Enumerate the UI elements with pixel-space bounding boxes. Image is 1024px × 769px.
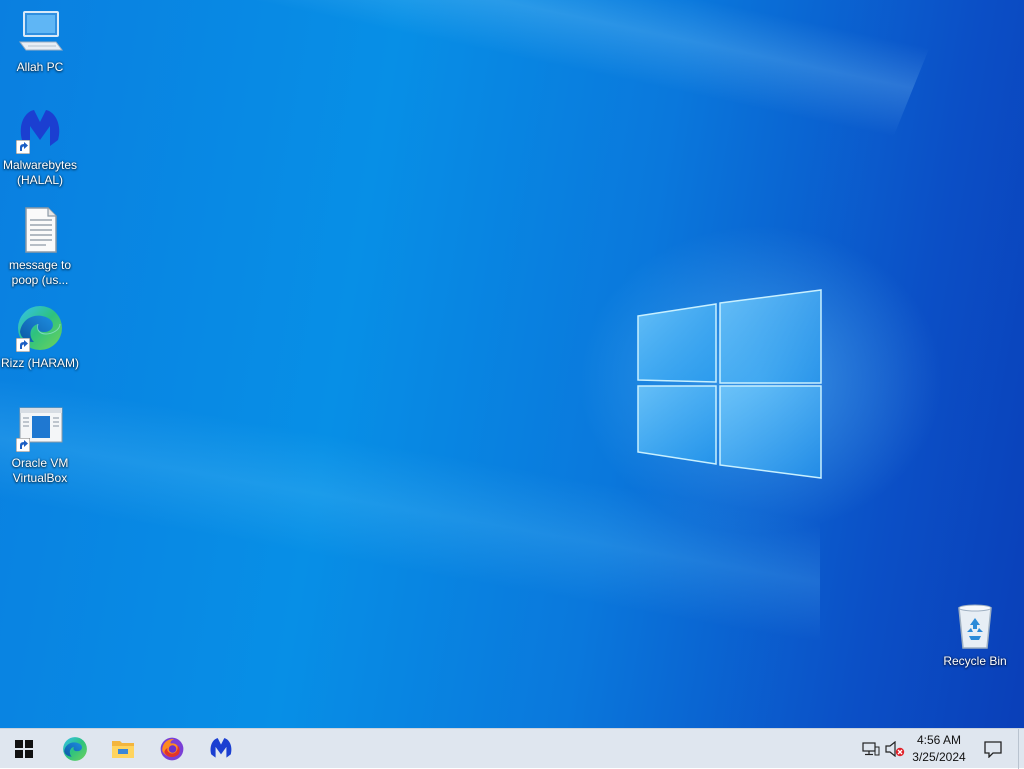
desktop-icon-edge[interactable]: Rizz (HARAM) — [0, 304, 80, 371]
desktop-icon-label: message to poop (us... — [8, 258, 72, 287]
edge-browser-icon — [16, 304, 64, 352]
notification-center-icon — [984, 740, 1002, 758]
wallpaper-light-beam — [0, 0, 929, 291]
shortcut-arrow-icon — [16, 338, 30, 352]
show-desktop-button[interactable] — [1018, 729, 1024, 769]
firefox-icon — [160, 737, 184, 761]
clock-date: 3/25/2024 — [912, 750, 966, 764]
desktop-icon-label: Allah PC — [16, 60, 64, 74]
taskbar: 4:56 AM 3/25/2024 — [0, 728, 1024, 769]
taskbar-firefox-button[interactable] — [148, 729, 196, 769]
tray-network-button[interactable] — [861, 739, 881, 759]
file-explorer-icon — [112, 741, 134, 758]
desktop-icon-label: Rizz (HARAM) — [1, 356, 79, 370]
desktop-icon-label: Oracle VM VirtualBox — [11, 456, 69, 485]
desktop[interactable]: Allah PC Malwarebytes (HALAL) message to… — [0, 0, 1024, 728]
computer-icon — [16, 8, 64, 56]
shortcut-arrow-icon — [16, 140, 30, 154]
text-document-icon — [16, 206, 64, 254]
taskbar-file-explorer-button[interactable] — [99, 729, 147, 769]
malwarebytes-icon — [16, 106, 64, 154]
windows-logo-wallpaper — [637, 289, 822, 479]
taskbar-clock[interactable]: 4:56 AM 3/25/2024 — [906, 732, 972, 766]
start-button[interactable] — [0, 729, 48, 769]
edge-browser-icon — [63, 737, 87, 761]
desktop-icon-virtualbox[interactable]: Oracle VM VirtualBox — [0, 404, 80, 486]
tray-volume-button[interactable] — [885, 739, 905, 759]
desktop-icon-text-file[interactable]: message to poop (us... — [0, 206, 80, 288]
virtualbox-icon — [16, 404, 64, 452]
desktop-icon-malwarebytes[interactable]: Malwarebytes (HALAL) — [0, 106, 80, 188]
taskbar-edge-button[interactable] — [51, 729, 99, 769]
desktop-icon-label: Recycle Bin — [943, 654, 1007, 668]
taskbar-malwarebytes-button[interactable] — [197, 729, 245, 769]
start-windows-icon — [15, 740, 33, 758]
shortcut-arrow-icon — [16, 438, 30, 452]
recycle-bin-icon — [951, 602, 999, 650]
malwarebytes-icon — [210, 738, 232, 758]
clock-time: 4:56 AM — [916, 733, 962, 747]
desktop-icon-recycle-bin[interactable]: Recycle Bin — [935, 602, 1015, 669]
network-icon — [862, 742, 880, 756]
volume-muted-icon — [885, 741, 905, 757]
notification-center-button[interactable] — [978, 729, 1008, 769]
desktop-icon-this-pc[interactable]: Allah PC — [0, 8, 80, 75]
desktop-icon-label: Malwarebytes (HALAL) — [2, 158, 78, 187]
